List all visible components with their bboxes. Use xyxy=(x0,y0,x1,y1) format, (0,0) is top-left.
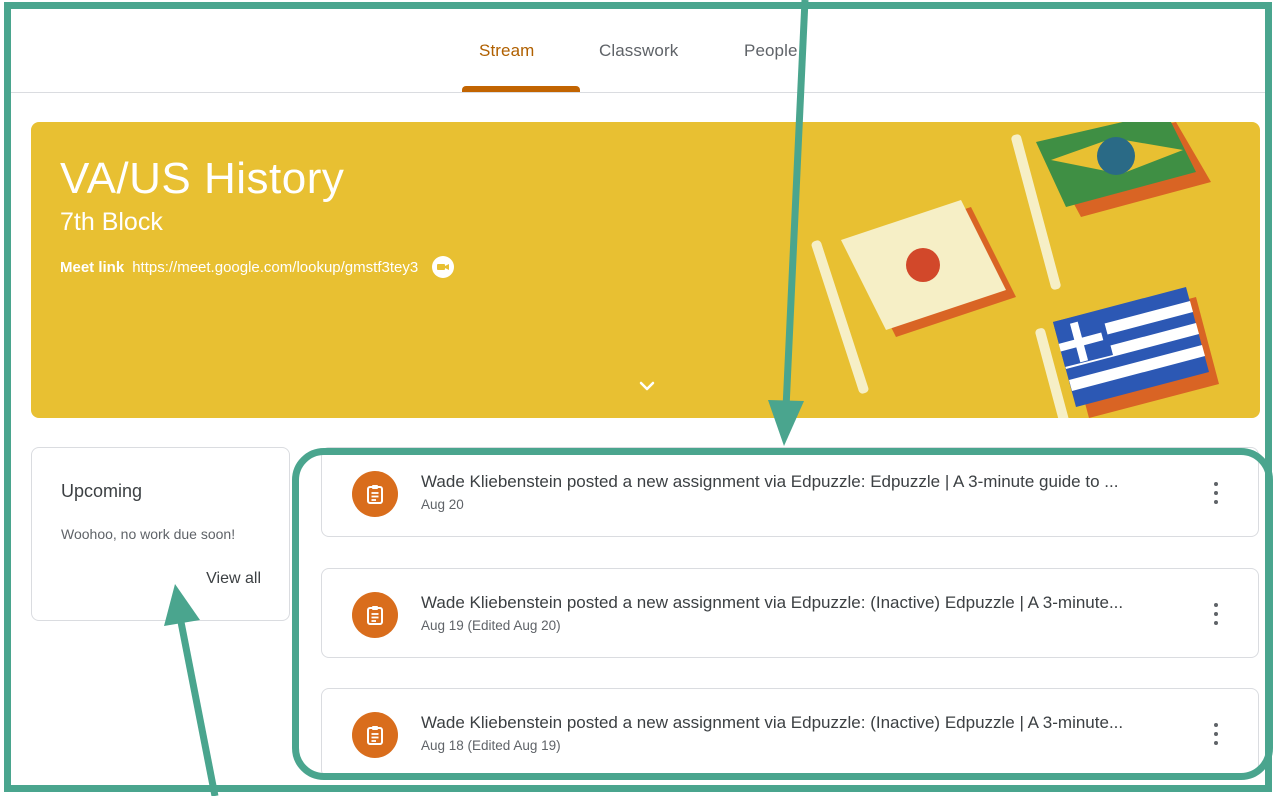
meet-link-url[interactable]: https://meet.google.com/lookup/gmstf3tey… xyxy=(132,259,418,276)
upcoming-card: Upcoming Woohoo, no work due soon! View … xyxy=(31,447,290,621)
more-vert-icon[interactable] xyxy=(1212,480,1220,506)
post-text: Wade Kliebenstein posted a new assignmen… xyxy=(421,713,1124,732)
meet-link-label: Meet link xyxy=(60,258,125,276)
post-date: Aug 20 xyxy=(421,497,464,512)
view-all-link[interactable]: View all xyxy=(206,570,261,588)
tab-stream[interactable]: Stream xyxy=(479,41,534,61)
up-arrow-line xyxy=(177,621,219,796)
stream-post[interactable]: Wade Kliebenstein posted a new assignmen… xyxy=(321,568,1259,658)
assignment-icon xyxy=(352,592,398,638)
upcoming-empty-message: Woohoo, no work due soon! xyxy=(61,526,236,542)
brazil-flag-icon xyxy=(1011,122,1211,290)
meet-link-row: Meet link https://meet.google.com/lookup… xyxy=(60,256,455,278)
video-camera-icon[interactable] xyxy=(432,256,455,278)
post-date: Aug 19 (Edited Aug 20) xyxy=(421,618,561,633)
tab-classwork[interactable]: Classwork xyxy=(599,41,678,61)
class-banner: VA/US History 7th Block Meet link https:… xyxy=(31,122,1260,418)
post-text: Wade Kliebenstein posted a new assignmen… xyxy=(421,472,1119,491)
top-tab-bar: Stream Classwork People xyxy=(11,9,1266,93)
greece-flag-icon xyxy=(1035,287,1219,418)
tab-people[interactable]: People xyxy=(744,41,798,61)
upcoming-title: Upcoming xyxy=(61,481,143,501)
more-vert-icon[interactable] xyxy=(1212,601,1220,627)
stream-post[interactable]: Wade Kliebenstein posted a new assignmen… xyxy=(321,447,1259,537)
chevron-down-icon[interactable] xyxy=(635,374,659,398)
class-title: VA/US History xyxy=(60,154,345,203)
active-tab-indicator xyxy=(462,86,580,92)
class-section: 7th Block xyxy=(60,208,163,236)
post-text: Wade Kliebenstein posted a new assignmen… xyxy=(421,593,1124,612)
assignment-icon xyxy=(352,712,398,758)
assignment-icon xyxy=(352,471,398,517)
more-vert-icon[interactable] xyxy=(1212,721,1220,747)
stream-post[interactable]: Wade Kliebenstein posted a new assignmen… xyxy=(321,688,1259,778)
japan-flag-icon xyxy=(811,200,1016,394)
post-date: Aug 18 (Edited Aug 19) xyxy=(421,738,561,753)
flags-illustration xyxy=(811,122,1219,418)
